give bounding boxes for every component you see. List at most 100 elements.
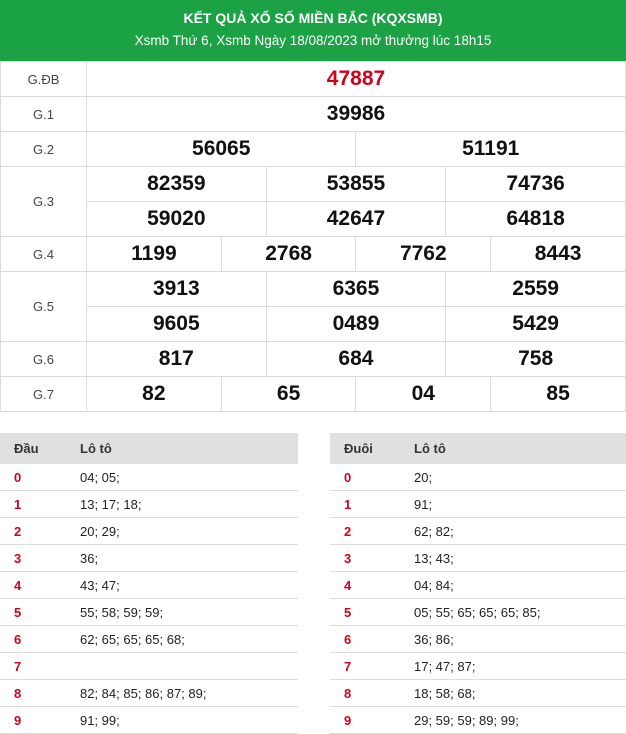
dau-row: 0 04; 05; bbox=[0, 464, 298, 491]
prize-label: G.3 bbox=[0, 166, 87, 237]
prize-number: 39986 bbox=[86, 96, 626, 132]
prize-number: 2559 bbox=[445, 271, 626, 307]
dau-digit: 0 bbox=[0, 464, 66, 491]
prize-number: 5429 bbox=[445, 306, 626, 342]
prize-row-g6: G.6 817 684 758 bbox=[0, 341, 626, 377]
prize-row-g7: G.7 82 65 04 85 bbox=[0, 376, 626, 412]
duoi-digit: 5 bbox=[330, 598, 400, 626]
duoi-digit: 0 bbox=[330, 464, 400, 491]
prize-number: 7762 bbox=[355, 236, 492, 272]
duoi-loto-table: Đuôi Lô tô 0 20; 1 91; 2 62; 82; 3 13; 43; 4 04; … bbox=[330, 433, 626, 734]
dau-loto-table: Đầu Lô tô 0 04; 05; 1 13; 17; 18; 2 20; 29; 3 3… bbox=[0, 433, 298, 734]
dau-digit: 7 bbox=[0, 652, 66, 680]
dau-values: 62; 65; 65; 65; 68; bbox=[66, 625, 298, 653]
duoi-row: 5 05; 55; 65; 65; 65; 85; bbox=[330, 598, 626, 626]
prize-label: G.5 bbox=[0, 271, 87, 342]
prize-number: 51191 bbox=[355, 131, 626, 167]
dau-values: 55; 58; 59; 59; bbox=[66, 598, 298, 626]
dau-values: 20; 29; bbox=[66, 517, 298, 545]
dau-values: 82; 84; 85; 86; 87; 89; bbox=[66, 679, 298, 707]
prize-number: 59020 bbox=[86, 201, 267, 237]
dau-digit: 4 bbox=[0, 571, 66, 599]
duoi-values: 13; 43; bbox=[400, 544, 626, 572]
prize-label: G.ĐB bbox=[0, 61, 87, 97]
dau-row: 4 43; 47; bbox=[0, 571, 298, 599]
prize-row-g5: G.5 3913 6365 2559 bbox=[0, 271, 626, 342]
prize-row-g2: G.2 56065 51191 bbox=[0, 131, 626, 167]
prize-number: 3913 bbox=[86, 271, 267, 307]
prize-number: 6365 bbox=[265, 271, 447, 307]
dau-digit: 5 bbox=[0, 598, 66, 626]
dau-row: 7 bbox=[0, 652, 298, 680]
prize-number: 8443 bbox=[490, 236, 626, 272]
duoi-digit: 8 bbox=[330, 679, 400, 707]
prize-number: 42647 bbox=[265, 201, 447, 237]
duoi-row: 3 13; 43; bbox=[330, 544, 626, 572]
duoi-values: 18; 58; 68; bbox=[400, 679, 626, 707]
duoi-row: 4 04; 84; bbox=[330, 571, 626, 599]
prize-row-g1: G.1 39986 bbox=[0, 96, 626, 132]
duoi-values: 91; bbox=[400, 490, 626, 518]
prize-label: G.1 bbox=[0, 96, 87, 132]
prize-number: 64818 bbox=[445, 201, 626, 237]
duoi-digit: 6 bbox=[330, 625, 400, 653]
dau-row: 2 20; 29; bbox=[0, 517, 298, 545]
prize-number: 2768 bbox=[220, 236, 357, 272]
page-title: KẾT QUẢ XỔ SỐ MIỀN BẮC (KQXSMB) bbox=[183, 10, 443, 26]
dau-row: 9 91; 99; bbox=[0, 706, 298, 734]
dau-row: 6 62; 65; 65; 65; 68; bbox=[0, 625, 298, 653]
prize-label: G.4 bbox=[0, 236, 87, 272]
prize-number: 817 bbox=[86, 341, 267, 377]
dau-digit: 8 bbox=[0, 679, 66, 707]
page-header: KẾT QUẢ XỔ SỐ MIỀN BẮC (KQXSMB) Xsmb Thứ… bbox=[0, 0, 626, 61]
dau-row: 1 13; 17; 18; bbox=[0, 490, 298, 518]
prize-label: G.7 bbox=[0, 376, 87, 412]
results-table: G.ĐB 47887 G.1 39986 G.2 56065 51191 G.3… bbox=[0, 61, 626, 412]
page-subtitle: Xsmb Thứ 6, Xsmb Ngày 18/08/2023 mở thưở… bbox=[134, 33, 492, 48]
dau-values: 13; 17; 18; bbox=[66, 490, 298, 518]
duoi-values: 62; 82; bbox=[400, 517, 626, 545]
prize-row-g3b: 59020 42647 64818 bbox=[1, 201, 626, 237]
prize-number: 9605 bbox=[86, 306, 267, 342]
prize-number: 85 bbox=[490, 376, 626, 412]
duoi-row: 9 29; 59; 59; 89; 99; bbox=[330, 706, 626, 734]
prize-number: 56065 bbox=[85, 131, 357, 167]
dau-digit: 9 bbox=[0, 706, 66, 734]
dau-row: 8 82; 84; 85; 86; 87; 89; bbox=[0, 679, 298, 707]
duoi-digit: 3 bbox=[330, 544, 400, 572]
prize-number: 82359 bbox=[86, 166, 267, 202]
dau-values: 04; 05; bbox=[66, 464, 298, 491]
duoi-row: 2 62; 82; bbox=[330, 517, 626, 545]
prize-number: 04 bbox=[355, 376, 492, 412]
prize-row-g3: G.3 82359 53855 74736 bbox=[0, 166, 626, 237]
dau-digit: 3 bbox=[0, 544, 66, 572]
dau-values: 91; 99; bbox=[66, 706, 298, 734]
duoi-header-row: Đuôi Lô tô bbox=[330, 433, 626, 464]
prize-row-g4: G.4 1199 2768 7762 8443 bbox=[0, 236, 626, 272]
dau-col-val: Lô tô bbox=[66, 433, 298, 464]
prize-number: 684 bbox=[265, 341, 447, 377]
prize-number: 758 bbox=[445, 341, 626, 377]
duoi-row: 0 20; bbox=[330, 464, 626, 491]
prize-label: G.6 bbox=[0, 341, 87, 377]
duoi-digit: 2 bbox=[330, 517, 400, 545]
duoi-values: 17; 47; 87; bbox=[400, 652, 626, 680]
dau-row: 5 55; 58; 59; 59; bbox=[0, 598, 298, 626]
dau-row: 3 36; bbox=[0, 544, 298, 572]
prize-number: 47887 bbox=[86, 61, 626, 97]
dau-digit: 2 bbox=[0, 517, 66, 545]
duoi-digit: 9 bbox=[330, 706, 400, 734]
duoi-digit: 1 bbox=[330, 490, 400, 518]
duoi-values: 36; 86; bbox=[400, 625, 626, 653]
duoi-row: 8 18; 58; 68; bbox=[330, 679, 626, 707]
dau-header-row: Đầu Lô tô bbox=[0, 433, 298, 464]
duoi-values: 05; 55; 65; 65; 65; 85; bbox=[400, 598, 626, 626]
dau-col-key: Đầu bbox=[0, 433, 66, 464]
prize-number: 74736 bbox=[445, 166, 626, 202]
prize-number: 0489 bbox=[265, 306, 447, 342]
duoi-col-val: Lô tô bbox=[400, 433, 626, 464]
duoi-col-key: Đuôi bbox=[330, 433, 400, 464]
duoi-digit: 7 bbox=[330, 652, 400, 680]
duoi-row: 6 36; 86; bbox=[330, 625, 626, 653]
dau-digit: 6 bbox=[0, 625, 66, 653]
